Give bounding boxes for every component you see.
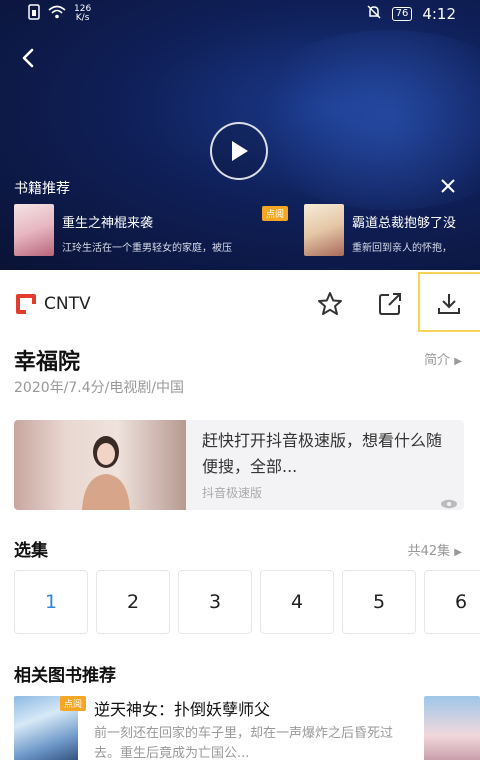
book-card[interactable]: 重生之神棍来袭 江玲生活在一个重男轻女的家庭，被压 点阅	[14, 204, 290, 260]
book-desc: 重新回到亲人的怀抱，	[352, 243, 452, 254]
chevron-right-icon: ▶	[454, 356, 462, 367]
book-desc: 江玲生活在一个重男轻女的家庭，被压	[62, 243, 232, 254]
clock: 4:12	[422, 5, 456, 23]
badge: 点阅	[60, 696, 87, 711]
badge: 点阅	[262, 206, 289, 221]
episode-list: 1 2 3 4 5 6	[14, 570, 480, 634]
play-icon	[232, 141, 248, 161]
episode-button[interactable]: 3	[178, 570, 252, 634]
episode-button[interactable]: 4	[260, 570, 334, 634]
show-meta: 2020年/7.4分/电视剧/中国	[14, 380, 185, 396]
ad-image	[14, 420, 186, 510]
sim-icon	[28, 4, 40, 24]
share-button[interactable]	[374, 288, 406, 320]
book-name: 重生之神棍来袭	[62, 216, 154, 231]
book-desc: 前一刻还在回家的车子里，却在一声爆炸之后昏死过去。重生后竟成为亡国公...	[94, 726, 394, 760]
episode-total-label: 共42集	[407, 544, 451, 559]
cntv-logo-icon	[16, 294, 36, 314]
intro-link[interactable]: 简介 ▶	[424, 349, 462, 368]
book-recommend-title: 书籍推荐	[14, 181, 70, 197]
network-speed-unit: K/s	[75, 13, 90, 23]
favorite-button[interactable]	[314, 288, 346, 320]
book-cover[interactable]	[424, 696, 480, 760]
related-book-item[interactable]: 点阅 逆天神女：扑倒妖孽师父 前一刻还在回家的车子里，却在一声爆炸之后昏死过去。…	[14, 694, 480, 760]
wifi-icon	[48, 5, 66, 23]
battery-indicator: 76	[391, 7, 413, 21]
episode-button[interactable]: 5	[342, 570, 416, 634]
episode-button[interactable]: 2	[96, 570, 170, 634]
book-cover	[304, 204, 344, 256]
play-button[interactable]	[210, 122, 268, 180]
back-arrow-icon	[22, 48, 34, 68]
ad-card[interactable]: 赶快打开抖音极速版，想看什么随便搜，全部... 抖音极速版	[14, 420, 464, 510]
episodes-title: 选集	[14, 541, 48, 561]
status-bar: 126 K/s 76 4:12	[0, 0, 480, 28]
intro-label: 简介	[424, 353, 451, 368]
eye-icon[interactable]	[440, 494, 458, 509]
share-icon	[379, 293, 401, 315]
ad-source: 抖音极速版	[202, 486, 263, 500]
source-row: CNTV	[0, 272, 480, 334]
book-card[interactable]: 霸道总裁抱够了没 重新回到亲人的怀抱，	[304, 204, 480, 260]
source-name[interactable]: CNTV	[44, 294, 91, 314]
download-highlight	[418, 272, 480, 332]
book-name: 霸道总裁抱够了没	[352, 216, 457, 231]
ad-text: 赶快打开抖音极速版，想看什么随便搜，全部...	[202, 431, 443, 476]
book-cover	[14, 204, 54, 256]
close-icon[interactable]	[438, 176, 458, 196]
network-speed: 126 K/s	[74, 5, 91, 23]
episode-button[interactable]: 6	[424, 570, 480, 634]
episode-button[interactable]: 1	[14, 570, 88, 634]
person-image-icon	[82, 436, 130, 510]
book-name: 逆天神女：扑倒妖孽师父	[94, 700, 271, 719]
back-button[interactable]	[14, 44, 42, 72]
chevron-right-icon: ▶	[454, 547, 462, 558]
episode-total-link[interactable]: 共42集 ▶	[408, 540, 462, 559]
show-title: 幸福院	[14, 350, 81, 375]
star-icon	[318, 292, 342, 315]
video-player[interactable]: 126 K/s 76 4:12 书籍推荐 重生之神棍来袭 江玲生活在一个重男轻女…	[0, 0, 480, 270]
mute-icon	[366, 4, 382, 24]
related-books-title: 相关图书推荐	[14, 666, 116, 686]
